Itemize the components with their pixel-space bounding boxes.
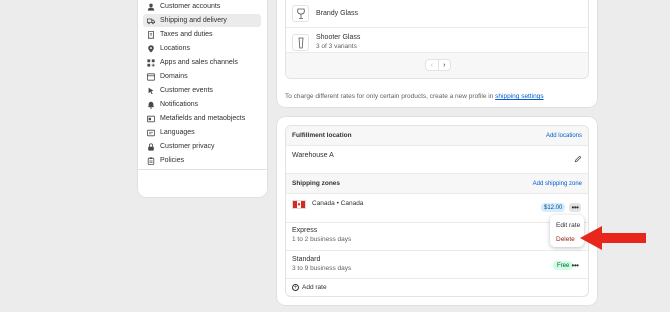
sidebar-item-policies[interactable]: Policies bbox=[143, 154, 261, 167]
sidebar-item-label: Apps and sales channels bbox=[160, 59, 238, 66]
sidebar-item-domains[interactable]: Domains bbox=[143, 70, 261, 83]
add-shipping-zone-button[interactable]: Add shipping zone bbox=[533, 181, 582, 187]
brandy-glass-thumbnail bbox=[292, 5, 309, 22]
plus-circle-icon: + bbox=[292, 284, 299, 291]
truck-icon bbox=[145, 15, 157, 27]
sidebar-item-locations[interactable]: Locations bbox=[143, 42, 261, 55]
globe-icon bbox=[145, 71, 157, 83]
person-icon bbox=[145, 1, 157, 13]
sidebar-item-label: Metafields and metaobjects bbox=[160, 115, 246, 122]
product-list: Brandy Glass Shooter Glass 3 of 3 varian… bbox=[285, 0, 589, 79]
sidebar-item-label: Locations bbox=[160, 45, 190, 52]
sidebar-item-label: Taxes and duties bbox=[160, 31, 213, 38]
clipboard-icon bbox=[145, 155, 157, 167]
profile-hint-text: To charge different rates for only certa… bbox=[285, 93, 494, 100]
sidebar-item-label: Customer events bbox=[160, 87, 213, 94]
row-divider bbox=[286, 193, 588, 194]
next-page-button[interactable]: › bbox=[439, 60, 451, 70]
rate-name: Standard bbox=[292, 256, 321, 263]
rate-delivery-time: 1 to 2 business days bbox=[292, 236, 352, 243]
zone-more-actions-button[interactable]: ••• bbox=[569, 203, 581, 212]
location-name: Warehouse A bbox=[292, 152, 334, 159]
shooter-glass-icon bbox=[298, 37, 303, 48]
sidebar-item-customer-privacy[interactable]: Customer privacy bbox=[143, 140, 261, 153]
previous-page-button[interactable]: ‹ bbox=[426, 60, 439, 70]
metafield-icon bbox=[145, 113, 157, 125]
canada-flag-icon: ♦ bbox=[292, 200, 306, 209]
sidebar-item-apps-and-sales-channels[interactable]: Apps and sales channels bbox=[143, 56, 261, 69]
brandy-glass-icon bbox=[296, 8, 305, 19]
row-divider bbox=[286, 278, 588, 279]
row-divider bbox=[286, 222, 588, 223]
add-locations-button[interactable]: Add locations bbox=[546, 133, 582, 139]
sidebar-divider bbox=[138, 169, 267, 170]
product-name[interactable]: Shooter Glass bbox=[316, 34, 360, 41]
zone-price-badge: $12.00 bbox=[541, 203, 566, 212]
fulfillment-card: Fulfillment location Add locations Wareh… bbox=[277, 117, 597, 305]
profile-hint: To charge different rates for only certa… bbox=[285, 93, 544, 100]
edit-pencil-icon[interactable] bbox=[574, 155, 582, 163]
sidebar-item-label: Policies bbox=[160, 157, 185, 164]
product-variants: 3 of 3 variants bbox=[316, 43, 357, 50]
sidebar-item-notifications[interactable]: Notifications bbox=[143, 98, 261, 111]
zone-name: Canada • Canada bbox=[312, 200, 364, 207]
bell-icon bbox=[145, 99, 157, 111]
rate-more-actions-button[interactable]: ••• bbox=[569, 261, 581, 270]
fulfillment-location-header: Fulfillment location Add locations bbox=[286, 126, 588, 145]
row-divider bbox=[286, 250, 588, 251]
sidebar-item-languages[interactable]: Languages bbox=[143, 126, 261, 139]
sidebar-item-label: Shipping and delivery bbox=[160, 17, 227, 24]
rate-name: Express bbox=[292, 227, 318, 234]
lock-icon bbox=[145, 141, 157, 153]
add-rate-button[interactable]: + Add rate bbox=[292, 284, 327, 291]
sidebar-item-label: Languages bbox=[160, 129, 195, 136]
pagination: ‹ › bbox=[425, 59, 451, 71]
location-pin-icon bbox=[145, 43, 157, 55]
red-arrow-annotation bbox=[580, 226, 646, 250]
shipping-zones-header: Shipping zones Add shipping zone bbox=[286, 174, 588, 193]
receipt-icon bbox=[145, 29, 157, 41]
product-name[interactable]: Brandy Glass bbox=[316, 10, 358, 17]
sidebar-item-metafields-and-metaobjects[interactable]: Metafields and metaobjects bbox=[143, 112, 261, 125]
settings-sidebar: Customer accounts Shipping and delivery … bbox=[138, 0, 267, 197]
sidebar-item-label: Customer privacy bbox=[160, 143, 215, 150]
cursor-icon bbox=[145, 85, 157, 97]
sidebar-item-label: Customer accounts bbox=[160, 3, 221, 10]
sidebar-item-label: Domains bbox=[160, 73, 188, 80]
sidebar-item-taxes-and-duties[interactable]: Taxes and duties bbox=[143, 28, 261, 41]
shipping-settings-link[interactable]: shipping settings bbox=[495, 93, 543, 100]
fulfillment-location-title: Fulfillment location bbox=[292, 132, 352, 139]
language-icon bbox=[145, 127, 157, 139]
shooter-glass-thumbnail bbox=[292, 34, 309, 51]
sidebar-item-customer-events[interactable]: Customer events bbox=[143, 84, 261, 97]
sidebar-item-shipping-and-delivery[interactable]: Shipping and delivery bbox=[143, 14, 261, 27]
apps-icon bbox=[145, 57, 157, 69]
pagination-bar: ‹ › bbox=[286, 52, 588, 78]
fulfillment-box: Fulfillment location Add locations Wareh… bbox=[285, 125, 589, 297]
row-divider bbox=[286, 145, 588, 146]
products-card: Brandy Glass Shooter Glass 3 of 3 varian… bbox=[277, 0, 597, 107]
sidebar-item-customer-accounts[interactable]: Customer accounts bbox=[143, 0, 261, 13]
sidebar-item-label: Notifications bbox=[160, 101, 199, 108]
shipping-zones-title: Shipping zones bbox=[292, 180, 341, 187]
rate-delivery-time: 3 to 9 business days bbox=[292, 265, 352, 272]
row-divider bbox=[286, 27, 588, 28]
add-rate-label: Add rate bbox=[302, 284, 327, 291]
